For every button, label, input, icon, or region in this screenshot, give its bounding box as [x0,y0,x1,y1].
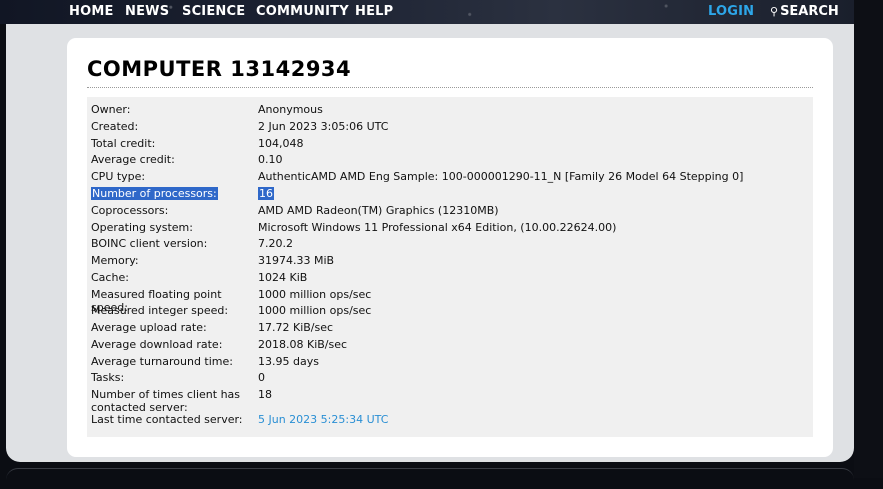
row-label: Memory: [91,254,139,267]
computer-details-card: COMPUTER 13142934 Owner: Anonymous Creat… [67,38,833,457]
row-label: Average turnaround time: [91,355,233,368]
row-label: Average upload rate: [91,321,207,334]
row-value: AuthenticAMD AMD Eng Sample: 100-0000012… [258,170,744,183]
row-value: 18 [258,388,272,401]
row-value: 1000 million ops/sec [258,288,372,301]
row-label: Total credit: [91,137,156,150]
row-value: 0.10 [258,153,283,166]
row-value: 2018.08 KiB/sec [258,338,348,351]
row-label: Average download rate: [91,338,223,351]
row-label: Operating system: [91,221,193,234]
row-value: 7.20.2 [258,237,293,250]
row-value: Microsoft Windows 11 Professional x64 Ed… [258,221,617,234]
row-label: Number of times client has contacted ser… [91,388,241,414]
row-value: 1000 million ops/sec [258,304,372,317]
row-label: Number of processors: [91,187,251,200]
page-title: COMPUTER 13142934 [87,57,352,81]
row-value: Anonymous [258,103,323,116]
selected-text: Number of processors: [91,187,218,200]
row-value: 17.72 KiB/sec [258,321,334,334]
last-contact-link[interactable]: 5 Jun 2023 5:25:34 UTC [258,413,388,426]
row-value: 31974.33 MiB [258,254,335,267]
nav-home[interactable]: HOME [69,4,114,19]
nav-login[interactable]: LOGIN [708,4,754,19]
row-label: Owner: [91,103,131,116]
nav-science[interactable]: SCIENCE [182,4,245,19]
row-label: Average credit: [91,153,175,166]
row-value: 104,048 [258,137,304,150]
nav-community[interactable]: COMMUNITY [256,4,349,19]
row-label: Coprocessors: [91,204,169,217]
nav-help[interactable]: HELP [355,4,393,19]
magnifier-icon: ⚲ [770,5,779,18]
row-label: CPU type: [91,170,146,183]
row-label: Cache: [91,271,129,284]
row-value: 0 [258,371,265,384]
top-navigation-bar: HOME NEWS SCIENCE COMMUNITY HELP LOGIN ⚲… [0,0,854,24]
row-value: 16 [258,187,274,200]
nav-search-label: SEARCH [780,4,839,19]
footer-strip [6,468,854,489]
row-value: 13.95 days [258,355,319,368]
row-label: Tasks: [91,371,125,384]
row-value: 2 Jun 2023 3:05:06 UTC [258,120,389,133]
row-label: BOINC client version: [91,237,208,250]
nav-news[interactable]: NEWS [125,4,169,19]
row-value: 1024 KiB [258,271,308,284]
nav-search[interactable]: ⚲ SEARCH [770,4,839,19]
row-label: Measured integer speed: [91,304,229,317]
row-label: Created: [91,120,139,133]
right-edge-background [854,0,883,478]
row-label: Last time contacted server: [91,413,243,426]
details-table: Owner: Anonymous Created: 2 Jun 2023 3:0… [87,97,813,437]
selected-text: 16 [258,187,274,200]
title-divider [87,87,813,88]
row-value: AMD AMD Radeon(TM) Graphics (12310MB) [258,204,499,217]
